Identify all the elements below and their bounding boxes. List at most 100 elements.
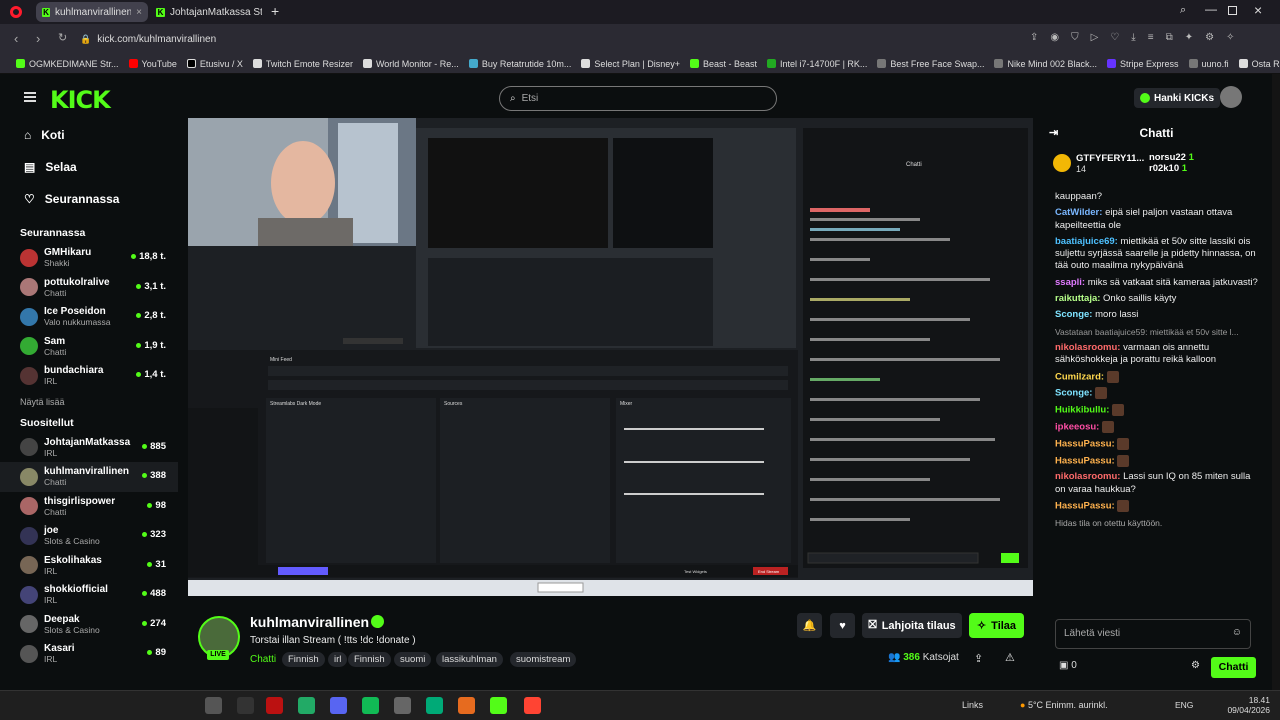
hamburger-menu-icon[interactable]	[24, 92, 36, 102]
bookmark[interactable]: Intel i7-14700F | RK...	[767, 59, 867, 69]
camera-icon[interactable]: ◉	[1050, 32, 1059, 43]
bookmark[interactable]: uuno.fi	[1188, 59, 1229, 69]
chat-username[interactable]: CatWilder:	[1055, 207, 1102, 218]
chat-username[interactable]: Sconge:	[1055, 309, 1092, 320]
chat-username[interactable]: ipkeeosu:	[1055, 422, 1099, 433]
tag[interactable]: lassikuhlman	[436, 652, 503, 667]
bookmark[interactable]: Beast - Beast	[690, 59, 757, 69]
chat-username[interactable]: HassuPassu:	[1055, 455, 1115, 466]
tab-johtajanmatkassa[interactable]: K JohtajanMatkassa Stream	[150, 2, 268, 22]
sidebar-channel[interactable]: pottukolralive Chatti 3,1 t.	[0, 273, 178, 303]
bookmark[interactable]: Osta Retatrutides | T...	[1238, 59, 1280, 69]
tag[interactable]: irl	[328, 652, 348, 667]
send-chat-button[interactable]: Chatti	[1211, 657, 1256, 678]
url-field[interactable]: 🔒 kick.com/kuhlmanvirallinen	[80, 28, 1030, 50]
chat-username[interactable]: raikuttaja:	[1055, 293, 1100, 304]
reload-icon[interactable]: ↻	[58, 31, 67, 44]
sidebar-channel[interactable]: JohtajanMatkassa IRL 885	[0, 433, 178, 463]
chat-username[interactable]: Sconge:	[1055, 388, 1092, 399]
language-indicator[interactable]: ENG	[1175, 700, 1193, 710]
chat-username[interactable]: HassuPassu:	[1055, 501, 1115, 512]
sidebar-channel[interactable]: Deepak Slots & Casino 274	[0, 610, 178, 640]
bookmark[interactable]: YouTube	[128, 59, 177, 69]
ai-icon[interactable]: ✧	[1226, 32, 1234, 43]
opera-taskbar-icon[interactable]	[266, 697, 283, 714]
bookmark[interactable]: Select Plan | Disney+	[581, 59, 680, 69]
firefox-icon[interactable]	[458, 697, 475, 714]
bookmark[interactable]: Etusivu / X	[186, 59, 243, 69]
chat-username[interactable]: Cumilzard:	[1055, 371, 1104, 382]
category-link[interactable]: Chatti	[250, 654, 276, 665]
bookmark[interactable]: Twitch Emote Resizer	[252, 59, 353, 69]
tag[interactable]: Finnish	[348, 652, 391, 667]
video-player[interactable]: Chatti Mini Feed Streamlabs Dark Mode So…	[188, 118, 1033, 596]
sidebar-channel[interactable]: thisgirlispower Chatti 98	[0, 492, 178, 522]
report-icon[interactable]: ⚠	[1005, 651, 1015, 664]
tag[interactable]: suomi	[394, 652, 432, 667]
chat-username[interactable]: baatiajuice69:	[1055, 236, 1118, 247]
sidebar-channel[interactable]: kuhlmanvirallinen Chatti 388	[0, 462, 178, 492]
start-icon[interactable]	[205, 697, 222, 714]
puzzle-icon[interactable]: ✦	[1185, 32, 1193, 43]
sidebar-channel[interactable]: Kasari IRL 89	[0, 639, 178, 669]
nav-browse[interactable]: ▤ Selaa	[0, 151, 178, 183]
close-tab-icon[interactable]: ×	[136, 7, 142, 18]
chat-username[interactable]: nikolasroomu:	[1055, 471, 1120, 482]
sidebar-channel[interactable]: joe Slots & Casino 323	[0, 521, 178, 551]
links-toolbar[interactable]: Links	[962, 700, 983, 710]
sidebar-channel[interactable]: GMHikaru Shakki 18,8 t.	[0, 243, 178, 273]
sidebar-channel[interactable]: shokkiofficial IRL 488	[0, 580, 178, 610]
sidebar-channel[interactable]: Ice Poseidon Valo nukkumassa 2,8 t.	[0, 302, 178, 332]
back-icon[interactable]: ‹	[14, 31, 18, 46]
gift-subscription-button[interactable]: ⛝ Lahjoita tilaus	[862, 613, 962, 638]
top-gifter-1[interactable]: GTFYFERY11... 14	[1076, 153, 1144, 174]
kicks-balance[interactable]: ▣ 0	[1059, 660, 1077, 671]
heart-icon[interactable]: ♡	[1110, 32, 1119, 43]
nav-following[interactable]: ♡ Seurannassa	[0, 183, 178, 215]
app-icon[interactable]	[362, 697, 379, 714]
weather-widget[interactable]: ● 5°C Enimm. aurinkl.	[1020, 700, 1108, 710]
bookmark[interactable]: Best Free Face Swap...	[877, 59, 984, 69]
scroll-up-icon[interactable]	[1273, 74, 1279, 94]
close-window-button[interactable]: ×	[1254, 2, 1262, 18]
app-icon[interactable]	[298, 697, 315, 714]
new-tab-button[interactable]: +	[271, 3, 279, 19]
page-scrollbar[interactable]	[1272, 74, 1280, 690]
sidebar-channel[interactable]: bundachiara IRL 1,4 t.	[0, 361, 178, 391]
tab-kuhlmanvirallinen[interactable]: K kuhlmanvirallinen Stream ×	[36, 2, 148, 22]
chat-username[interactable]: HassuPassu:	[1055, 438, 1115, 449]
sidebar-channel[interactable]: Eskolihakas IRL 31	[0, 551, 178, 581]
sidebar-channel[interactable]: Sam Chatti 1,9 t.	[0, 332, 178, 362]
minimize-button[interactable]: —	[1205, 2, 1217, 16]
channel-name[interactable]: kuhlmanvirallinen	[250, 614, 369, 630]
tag[interactable]: Finnish	[282, 652, 325, 667]
chat-input[interactable]: Lähetä viesti ☺	[1055, 619, 1251, 649]
user-avatar[interactable]	[1220, 86, 1242, 108]
chat-settings-icon[interactable]: ⚙	[1191, 660, 1200, 671]
share-icon[interactable]: ⇪	[974, 652, 983, 665]
collapse-chat-icon[interactable]: ⇥	[1049, 122, 1058, 145]
emote-icon[interactable]: ☺	[1232, 627, 1242, 638]
shield-icon[interactable]: ⛉	[1071, 32, 1079, 43]
search-tabs-icon[interactable]: ⌕	[1180, 4, 1186, 17]
nav-home[interactable]: ⌂ Koti	[0, 119, 178, 151]
kick-logo[interactable]: KICK	[50, 86, 111, 114]
task-view-icon[interactable]	[237, 697, 254, 714]
bookmark[interactable]: Buy Retatrutide 10m...	[468, 59, 571, 69]
bookmark[interactable]: World Monitor - Re...	[362, 59, 459, 69]
tag[interactable]: suomistream	[510, 652, 577, 667]
chat-username[interactable]: Huikkibullu:	[1055, 405, 1109, 416]
chat-username[interactable]: ssapli:	[1055, 277, 1085, 288]
menu-icon[interactable]: ≡	[1148, 32, 1154, 43]
search-input[interactable]: ⌕ Etsi	[499, 86, 777, 111]
extension-icon[interactable]: ⧉	[1166, 32, 1173, 43]
clock[interactable]: 18.41 09/04/2026	[1227, 695, 1270, 715]
play-icon[interactable]: ▷	[1091, 32, 1099, 43]
edge-icon[interactable]	[426, 697, 443, 714]
maximize-button[interactable]	[1228, 6, 1237, 15]
opera-logo-icon[interactable]	[10, 6, 22, 18]
bookmark[interactable]: Nike Mind 002 Black...	[994, 59, 1097, 69]
settings-icon[interactable]: ⚙	[1205, 32, 1214, 43]
brave-icon[interactable]	[524, 697, 541, 714]
share-icon[interactable]: ⇪	[1030, 32, 1038, 43]
